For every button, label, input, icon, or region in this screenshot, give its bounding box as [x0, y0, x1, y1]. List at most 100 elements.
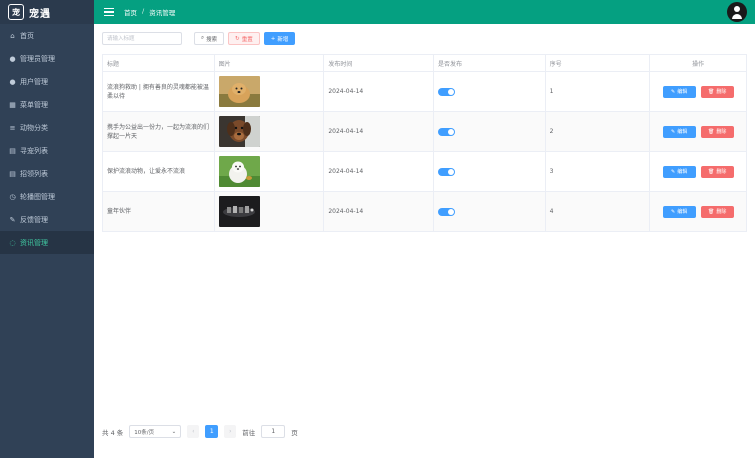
grid-icon: ▦ [9, 100, 16, 109]
delete-button[interactable]: 🗑︎ 删除 [700, 125, 734, 138]
delete-button-label: 删除 [716, 129, 727, 135]
row-image-cell [215, 192, 325, 231]
delete-button[interactable]: 🗑︎ 删除 [700, 85, 734, 98]
row-date: 2024-04-14 [324, 152, 434, 191]
sidebar-menu: ⌂ 首页 ● 管理员管理 ● 用户管理 ▦ 菜单管理 ≡ 动物分类 ▤ 寻宠列表 ▤ 招领列表 ◷ 轮播图管理… [0, 24, 94, 254]
next-page-button[interactable]: › [224, 425, 237, 438]
edit-button[interactable]: ✎ 编辑 [662, 125, 696, 138]
row-actions: ✎ 编辑 🗑︎ 删除 [650, 152, 746, 191]
published-toggle[interactable] [437, 167, 455, 176]
add-button-label: 新增 [277, 36, 289, 43]
row-published-cell [434, 72, 546, 111]
breadcrumb-current: 资讯管理 [149, 9, 176, 17]
goto-label: 前往 [242, 428, 256, 437]
sidebar-item-label: 反馈管理 [20, 215, 48, 224]
edit-button[interactable]: ✎ 编辑 [662, 85, 696, 98]
news-thumbnail[interactable] [218, 116, 260, 147]
search-icon: ⌕ [201, 35, 205, 41]
total-count: 共 4 条 [102, 428, 124, 437]
row-seq: 2 [546, 112, 651, 151]
table-row: 携手为公益出一份力，一起为流浪的们撑起一片天 2024-04-14 2 ✎ 编辑 🗑︎ 删除 [103, 112, 746, 152]
app-logo: 宠 宠遇 [0, 0, 94, 24]
sidebar-item-label: 用户管理 [20, 77, 48, 86]
add-button[interactable]: + 新增 [263, 32, 296, 45]
toolbar: ⌕ 搜索 ↻ 重置 + 新增 [102, 32, 296, 45]
sidebar-item[interactable]: ◌ 资讯管理 [0, 231, 94, 254]
delete-button[interactable]: 🗑︎ 删除 [700, 165, 734, 178]
row-title: 童年伙伴 [103, 192, 215, 231]
edit-button[interactable]: ✎ 编辑 [662, 205, 696, 218]
published-toggle[interactable] [437, 207, 455, 216]
search-input[interactable] [102, 32, 182, 45]
menu-toggle-icon[interactable] [104, 7, 114, 17]
edit-button-label: 编辑 [677, 209, 688, 215]
page-number-current[interactable]: 1 [205, 425, 219, 438]
delete-button-label: 删除 [716, 209, 727, 215]
row-date: 2024-04-14 [324, 192, 434, 231]
breadcrumb: 首页 / 资讯管理 [124, 7, 175, 17]
menu-icon: ≡ [9, 123, 16, 132]
edit-button-label: 编辑 [677, 89, 688, 95]
refresh-icon: ↻ [235, 35, 240, 42]
goto-page-input[interactable]: 1 [261, 425, 286, 438]
prev-page-button[interactable]: ‹ [187, 425, 200, 438]
edit-icon: ✎ [671, 208, 676, 215]
row-actions: ✎ 编辑 🗑︎ 删除 [650, 112, 746, 151]
published-toggle[interactable] [437, 87, 455, 96]
sidebar-item[interactable]: ◷ 轮播图管理 [0, 185, 94, 208]
sidebar-item-label: 首页 [20, 31, 34, 40]
row-actions: ✎ 编辑 🗑︎ 删除 [650, 72, 746, 111]
user-avatar[interactable] [727, 2, 747, 22]
search-button[interactable]: ⌕ 搜索 [194, 32, 225, 45]
row-published-cell [434, 192, 546, 231]
column-header: 图片 [215, 55, 325, 71]
sidebar-item[interactable]: ● 用户管理 [0, 70, 94, 93]
sidebar-item[interactable]: ▤ 招领列表 [0, 162, 94, 185]
row-date: 2024-04-14 [324, 112, 434, 151]
row-title: 流浪狗救助 | 拥有善良的灵魂都能被温柔以待 [103, 72, 215, 111]
sidebar: 宠 宠遇 ⌂ 首页 ● 管理员管理 ● 用户管理 ▦ 菜单管理 ≡ 动物分类 ▤ 寻宠列表 ▤ 招领列表 ◷… [0, 0, 94, 458]
sidebar-item-label: 管理员管理 [20, 54, 55, 63]
picture-icon: ◷ [9, 192, 16, 201]
news-thumbnail[interactable] [218, 196, 260, 227]
row-title: 携手为公益出一份力，一起为流浪的们撑起一片天 [103, 112, 215, 151]
pagination: 共 4 条 10条/页 ⌄ ‹ 1 › 前往 1 页 [102, 425, 298, 438]
delete-button-label: 删除 [716, 89, 727, 95]
sidebar-item-label: 寻宠列表 [20, 146, 48, 155]
table-row: 保护流浪动物，让爱永不流浪 2024-04-14 3 ✎ 编辑 🗑︎ 删除 [103, 152, 746, 192]
sidebar-item[interactable]: ✎ 反馈管理 [0, 208, 94, 231]
edit-icon: ✎ [671, 88, 676, 95]
main-content: ⌕ 搜索 ↻ 重置 + 新增 标题 图片 发布时间 是否发布 序号 操作 流浪狗… [94, 24, 755, 458]
reset-button[interactable]: ↻ 重置 [228, 32, 260, 45]
column-header: 序号 [546, 55, 651, 71]
sidebar-item[interactable]: ⌂ 首页 [0, 24, 94, 47]
published-toggle[interactable] [437, 127, 455, 136]
news-table: 标题 图片 发布时间 是否发布 序号 操作 流浪狗救助 | 拥有善良的灵魂都能被… [102, 54, 747, 232]
sidebar-item[interactable]: ≡ 动物分类 [0, 116, 94, 139]
row-image-cell [215, 112, 325, 151]
table-row: 童年伙伴 2024-04-14 4 ✎ 编辑 🗑︎ 删除 [103, 192, 746, 232]
page-suffix: 页 [291, 428, 298, 437]
edit-button[interactable]: ✎ 编辑 [662, 165, 696, 178]
list-icon: ▤ [9, 146, 16, 155]
sidebar-item[interactable]: ● 管理员管理 [0, 47, 94, 70]
sidebar-item[interactable]: ▦ 菜单管理 [0, 93, 94, 116]
edit-icon: ✎ [9, 215, 16, 224]
home-icon: ⌂ [10, 31, 15, 40]
logo-icon: 宠 [8, 4, 24, 20]
news-thumbnail[interactable] [218, 156, 260, 187]
breadcrumb-home[interactable]: 首页 [124, 7, 137, 17]
chat-icon: ◌ [9, 238, 16, 247]
news-thumbnail[interactable] [218, 76, 260, 107]
edit-button-label: 编辑 [677, 129, 688, 135]
search-button-label: 搜索 [206, 36, 218, 43]
plus-icon: + [270, 35, 276, 42]
page-size-select[interactable]: 10条/页 ⌄ [129, 425, 182, 438]
reset-button-label: 重置 [241, 36, 253, 43]
sidebar-item[interactable]: ▤ 寻宠列表 [0, 139, 94, 162]
trash-icon: 🗑︎ [707, 208, 715, 215]
trash-icon: 🗑︎ [707, 168, 715, 175]
row-image-cell [215, 152, 325, 191]
delete-button[interactable]: 🗑︎ 删除 [700, 205, 734, 218]
table-row: 流浪狗救助 | 拥有善良的灵魂都能被温柔以待 2024-04-14 1 ✎ 编辑 🗑︎ 删除 [103, 72, 746, 112]
